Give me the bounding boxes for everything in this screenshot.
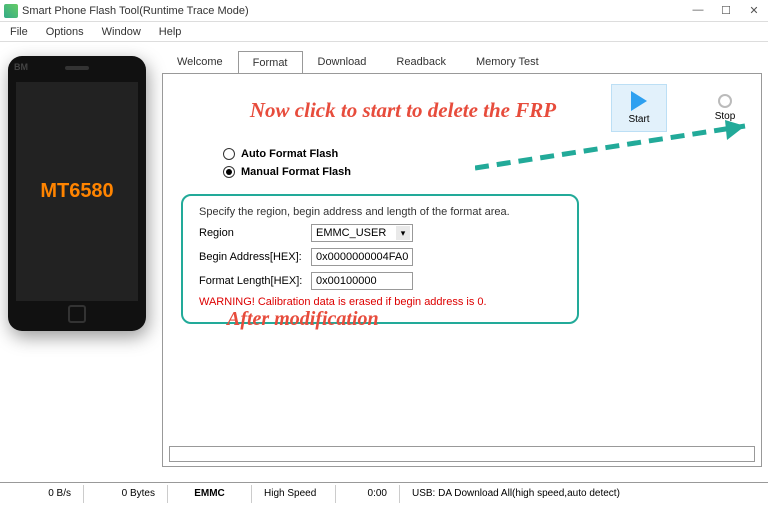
brand-mark: BM [14,62,28,72]
warning-text: WARNING! Calibration data is erased if b… [199,296,561,308]
tab-memory-test[interactable]: Memory Test [461,50,554,73]
format-length-input[interactable] [311,272,413,290]
toolbar: Start Stop [611,84,753,132]
stop-icon [718,94,732,108]
format-mode-group: Auto Format Flash Manual Format Flash [223,148,351,184]
phone-preview-panel: BM MT6580 [0,42,156,482]
maximize-button[interactable]: ☐ [712,0,740,20]
radio-auto-format[interactable]: Auto Format Flash [223,148,351,160]
radio-icon-checked [223,166,235,178]
menu-window[interactable]: Window [94,24,149,40]
tab-readback[interactable]: Readback [381,50,461,73]
tab-download[interactable]: Download [303,50,382,73]
radio-manual-label: Manual Format Flash [241,166,351,178]
region-intro: Specify the region, begin address and le… [199,206,561,218]
menu-help[interactable]: Help [151,24,190,40]
format-panel: Start Stop Now click to start to delete … [162,73,762,467]
window-controls: — ☐ ✕ [684,0,768,20]
status-usb: USB: DA Download All(high speed,auto det… [400,485,768,503]
progress-bar [169,446,755,462]
tab-bar: Welcome Format Download Readback Memory … [162,50,768,73]
annotation-top: Now click to start to delete the FRP [203,98,603,123]
chevron-down-icon: ▾ [396,226,410,240]
phone-outline: BM MT6580 [8,56,146,331]
app-icon [4,4,18,18]
status-bar: 0 B/s 0 Bytes EMMC High Speed 0:00 USB: … [0,482,768,504]
annotation-bottom: After modification [227,308,379,331]
region-label: Region [199,227,307,239]
tab-format[interactable]: Format [238,51,303,74]
status-speed: 0 B/s [0,485,84,503]
tab-welcome[interactable]: Welcome [162,50,238,73]
radio-manual-format[interactable]: Manual Format Flash [223,166,351,178]
begin-address-input[interactable] [311,248,413,266]
stop-label: Stop [715,111,736,122]
menu-options[interactable]: Options [38,24,92,40]
region-value: EMMC_USER [316,227,386,239]
status-storage: EMMC [168,485,252,503]
menubar: File Options Window Help [0,22,768,42]
region-settings-box: Specify the region, begin address and le… [181,194,579,324]
status-time: 0:00 [336,485,400,503]
stop-button[interactable]: Stop [697,88,753,128]
minimize-button[interactable]: — [684,0,712,20]
phone-model-label: MT6580 [40,180,113,203]
start-label: Start [628,114,649,125]
titlebar: Smart Phone Flash Tool(Runtime Trace Mod… [0,0,768,22]
radio-icon [223,148,235,160]
region-select[interactable]: EMMC_USER ▾ [311,224,413,242]
status-mode: High Speed [252,485,336,503]
start-button[interactable]: Start [611,84,667,132]
menu-file[interactable]: File [2,24,36,40]
close-button[interactable]: ✕ [740,0,768,20]
begin-address-label: Begin Address[HEX]: [199,251,307,263]
window-title: Smart Phone Flash Tool(Runtime Trace Mod… [22,5,249,17]
radio-auto-label: Auto Format Flash [241,148,338,160]
play-icon [631,91,647,111]
phone-screen: MT6580 [16,82,138,301]
status-bytes: 0 Bytes [84,485,168,503]
format-length-label: Format Length[HEX]: [199,275,307,287]
